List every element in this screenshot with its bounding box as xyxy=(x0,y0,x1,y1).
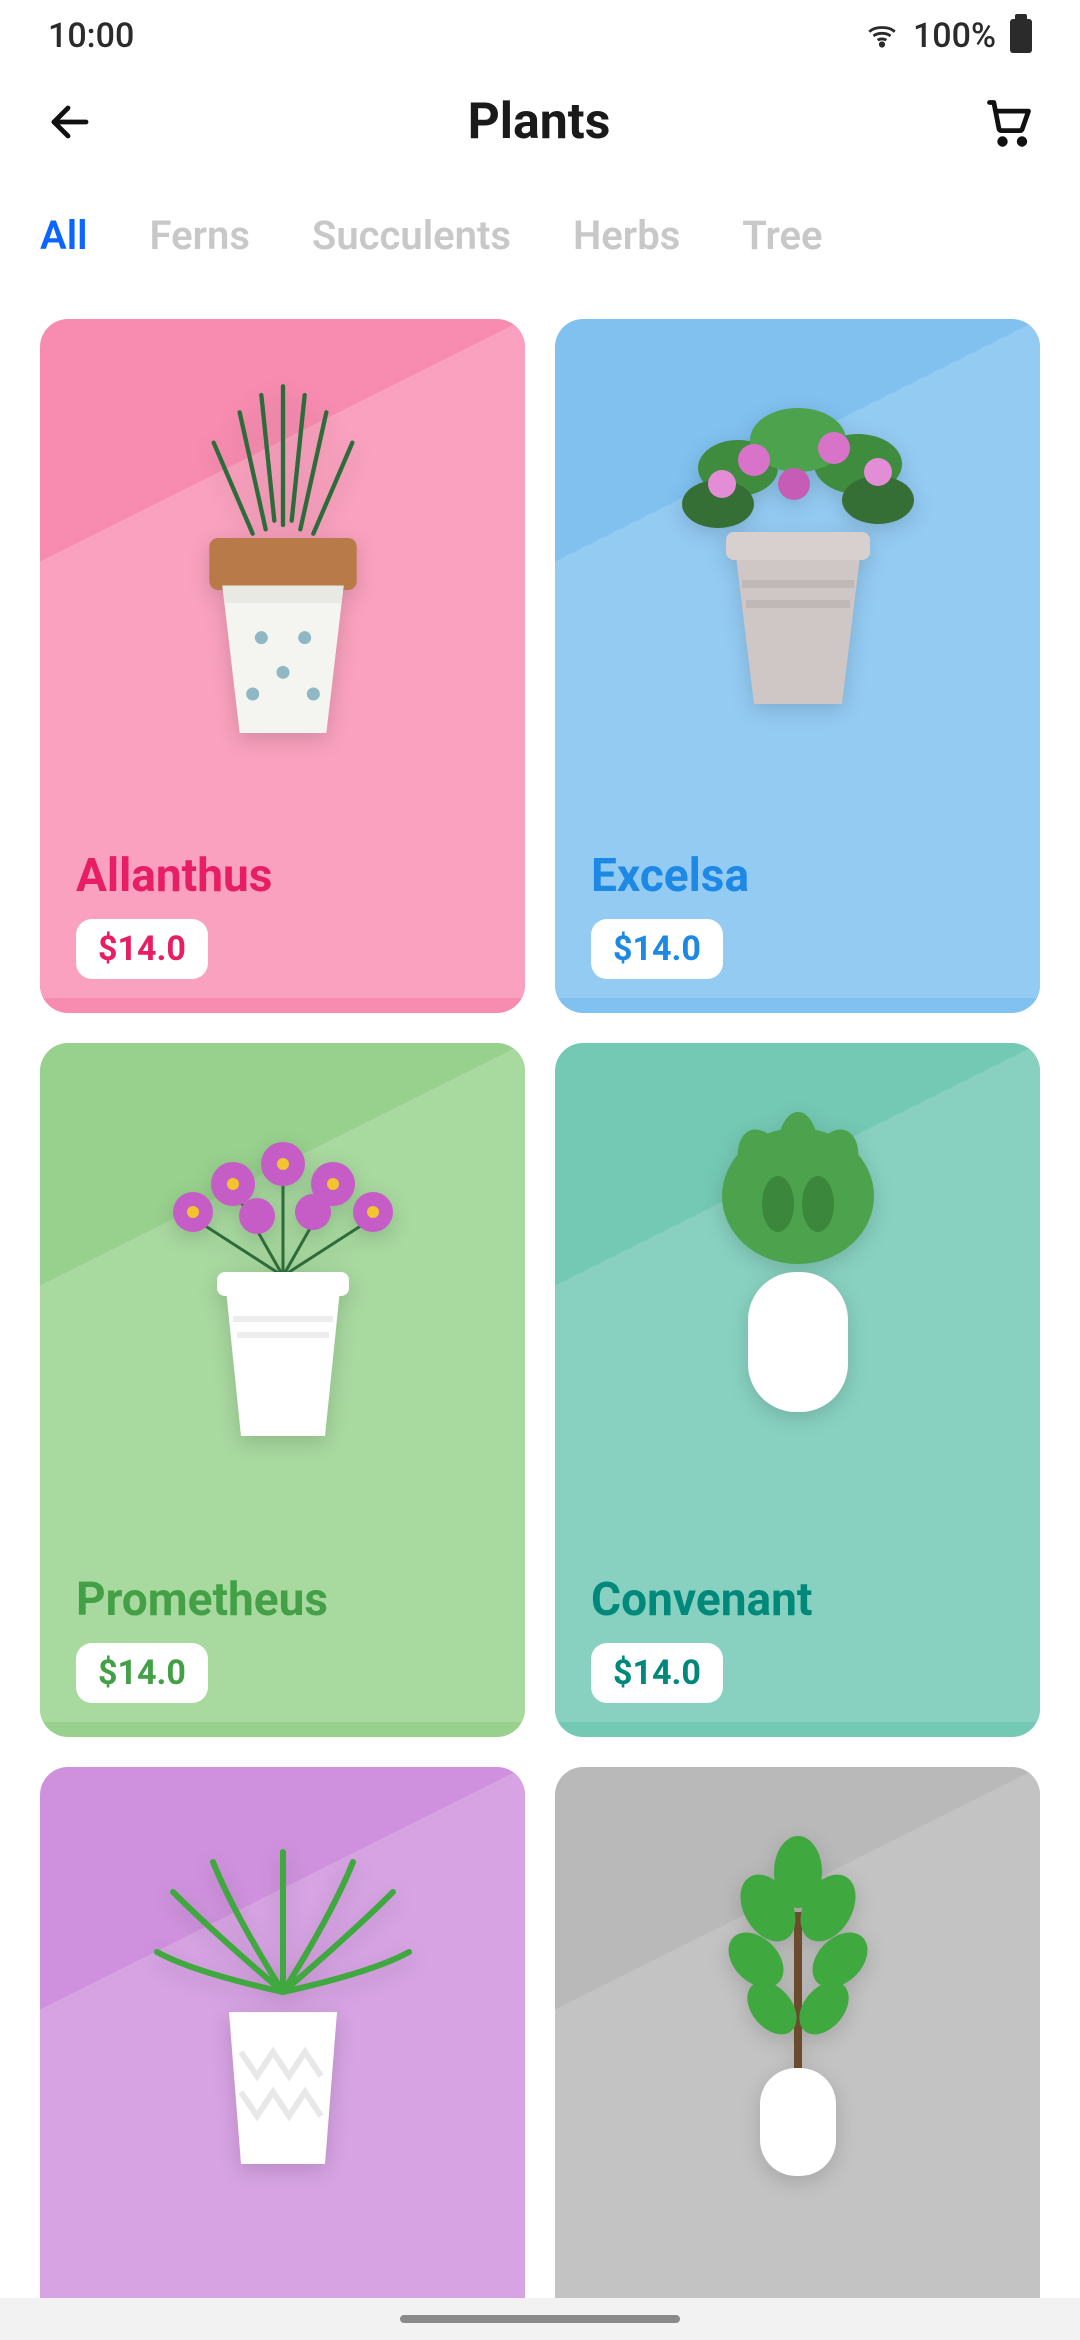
page-title: Plants xyxy=(468,93,611,151)
status-right: 100% xyxy=(865,16,1032,56)
product-image xyxy=(555,359,1040,769)
app-header: Plants xyxy=(0,72,1080,172)
back-button[interactable] xyxy=(44,96,96,148)
price-badge: $14.0 xyxy=(591,919,723,979)
status-time: 10:00 xyxy=(48,16,134,56)
product-image xyxy=(40,359,525,769)
product-info: Allanthus $14.0 xyxy=(76,849,272,979)
product-card[interactable]: Excelsa $14.0 xyxy=(555,319,1040,1013)
wifi-icon xyxy=(865,19,899,53)
product-name: Prometheus xyxy=(76,1573,328,1627)
status-bar: 10:00 100% xyxy=(0,0,1080,72)
battery-icon xyxy=(1010,19,1032,53)
arrow-left-icon xyxy=(46,98,94,146)
product-grid: Allanthus $14.0 Excelsa $14.0 xyxy=(0,289,1080,2340)
product-card[interactable]: Prometheus $14.0 xyxy=(40,1043,525,1737)
product-name: Allanthus xyxy=(76,849,272,903)
product-name: Convenant xyxy=(591,1573,812,1627)
product-card[interactable]: Convenant $14.0 xyxy=(555,1043,1040,1737)
product-card[interactable]: Allanthus $14.0 xyxy=(40,319,525,1013)
status-battery-pct: 100% xyxy=(913,16,996,56)
product-name: Excelsa xyxy=(591,849,749,903)
tab-succulents[interactable]: Succulents xyxy=(312,212,511,259)
tab-tree[interactable]: Tree xyxy=(742,212,822,259)
price-badge: $14.0 xyxy=(76,919,208,979)
home-indicator xyxy=(0,2298,1080,2340)
product-info: Excelsa $14.0 xyxy=(591,849,749,979)
product-card[interactable] xyxy=(555,1767,1040,2340)
category-tabs: All Ferns Succulents Herbs Tree xyxy=(0,172,1080,289)
price-badge: $14.0 xyxy=(76,1643,208,1703)
product-image xyxy=(555,1083,1040,1493)
tab-herbs[interactable]: Herbs xyxy=(573,212,680,259)
product-card[interactable] xyxy=(40,1767,525,2340)
product-image xyxy=(40,1083,525,1493)
tab-all[interactable]: All xyxy=(40,212,87,259)
price-badge: $14.0 xyxy=(591,1643,723,1703)
cart-icon xyxy=(983,96,1035,148)
product-image xyxy=(555,1807,1040,2217)
tab-ferns[interactable]: Ferns xyxy=(149,212,249,259)
product-info: Convenant $14.0 xyxy=(591,1573,812,1703)
product-info: Prometheus $14.0 xyxy=(76,1573,328,1703)
cart-button[interactable] xyxy=(982,95,1036,149)
product-image xyxy=(40,1807,525,2217)
